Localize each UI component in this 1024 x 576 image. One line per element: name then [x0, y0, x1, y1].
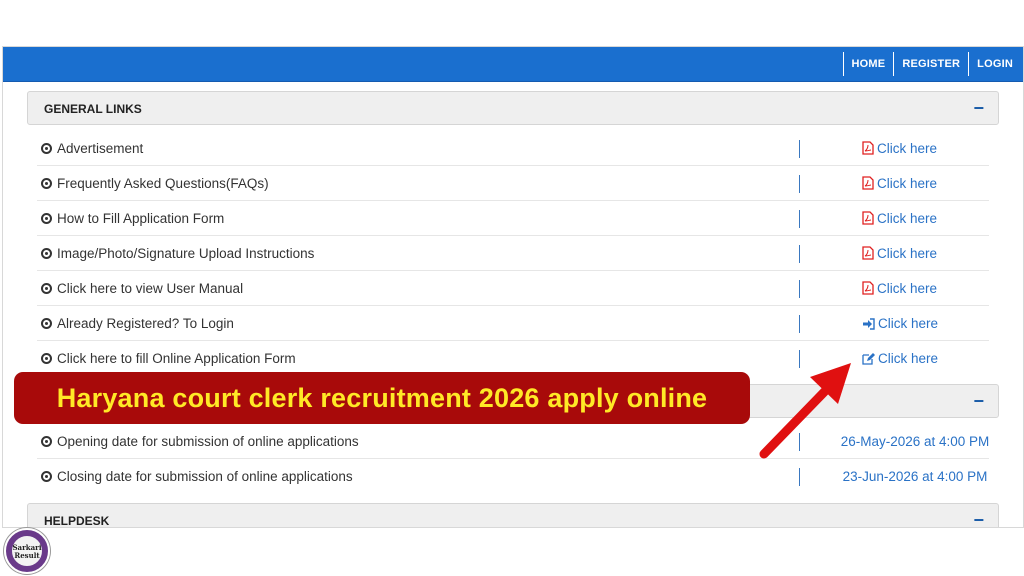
click-here-link[interactable]: Click here — [862, 236, 937, 271]
divider — [799, 468, 800, 486]
click-here-link[interactable]: Click here — [862, 166, 937, 201]
divider — [799, 175, 800, 193]
sarkari-result-logo: Sarkari Result — [4, 528, 50, 574]
divider — [799, 315, 800, 333]
date-value: 23-Jun-2026 at 4:00 PM — [842, 469, 988, 484]
bullet-icon — [41, 318, 52, 329]
top-navbar: HOME REGISTER LOGIN — [3, 47, 1023, 82]
nav-register-link[interactable]: REGISTER — [893, 52, 968, 76]
divider — [799, 140, 800, 158]
row-label: How to Fill Application Form — [57, 211, 225, 226]
pdf-icon — [862, 281, 874, 295]
link-text: Click here — [877, 281, 938, 296]
top-nav-links: HOME REGISTER LOGIN — [842, 52, 1022, 76]
row-label: Click here to view User Manual — [57, 281, 244, 296]
link-text: Click here — [878, 351, 939, 366]
bullet-icon — [41, 178, 52, 189]
date-row: Opening date for submission of online ap… — [37, 424, 989, 459]
general-links-header[interactable]: GENERAL LINKS − — [27, 91, 999, 125]
helpdesk-header[interactable]: HELPDESK − — [27, 503, 999, 528]
divider — [799, 350, 800, 368]
pdf-icon — [862, 141, 874, 155]
list-item: How to Fill Application Form Click here — [37, 201, 989, 236]
list-item: Frequently Asked Questions(FAQs) Click h… — [37, 166, 989, 201]
link-text: Click here — [877, 176, 938, 191]
bullet-icon — [41, 353, 52, 364]
collapse-toggle[interactable]: − — [973, 504, 984, 527]
divider — [799, 280, 800, 298]
list-item: Already Registered? To Login Click here — [37, 306, 989, 341]
divider — [799, 210, 800, 228]
row-label: Image/Photo/Signature Upload Instruction… — [57, 246, 315, 261]
bullet-icon — [41, 143, 52, 154]
bullet-icon — [41, 248, 52, 259]
portal-window: HOME REGISTER LOGIN GENERAL LINKS − Adve… — [2, 46, 1024, 528]
collapse-toggle[interactable]: − — [973, 385, 984, 417]
list-item: Image/Photo/Signature Upload Instruction… — [37, 236, 989, 271]
click-here-link[interactable]: Click here — [862, 306, 938, 341]
list-item: Advertisement Click here — [37, 131, 989, 166]
nav-home-link[interactable]: HOME — [842, 52, 894, 76]
edit-icon — [862, 353, 875, 365]
logo-badge: Sarkari Result — [11, 535, 43, 567]
collapse-toggle[interactable]: − — [973, 92, 984, 124]
click-here-link[interactable]: Click here — [862, 131, 937, 166]
date-value: 26-May-2026 at 4:00 PM — [840, 434, 990, 449]
click-here-link[interactable]: Click here — [862, 201, 937, 236]
row-label: Already Registered? To Login — [57, 316, 234, 331]
bullet-icon — [41, 283, 52, 294]
general-links-title: GENERAL LINKS — [44, 102, 142, 116]
pdf-icon — [862, 246, 874, 260]
logo-text-line2: Result — [14, 551, 40, 560]
pdf-icon — [862, 176, 874, 190]
row-label: Opening date for submission of online ap… — [57, 434, 359, 449]
row-label: Frequently Asked Questions(FAQs) — [57, 176, 269, 191]
divider — [799, 433, 800, 451]
headline-banner: Haryana court clerk recruitment 2026 app… — [14, 372, 750, 424]
helpdesk-title: HELPDESK — [44, 514, 110, 528]
link-text: Click here — [877, 141, 938, 156]
row-label: Click here to fill Online Application Fo… — [57, 351, 296, 366]
nav-login-link[interactable]: LOGIN — [968, 52, 1021, 76]
bullet-icon — [41, 213, 52, 224]
click-here-link[interactable]: Click here — [862, 341, 938, 376]
pdf-icon — [862, 211, 874, 225]
link-text: Click here — [877, 211, 938, 226]
bullet-icon — [41, 471, 52, 482]
banner-text: Haryana court clerk recruitment 2026 app… — [56, 383, 708, 413]
row-label: Advertisement — [57, 141, 144, 156]
row-label: Closing date for submission of online ap… — [57, 469, 353, 484]
logo-text-line1: Sarkari — [12, 543, 42, 552]
list-item: Click here to fill Online Application Fo… — [37, 341, 989, 376]
link-text: Click here — [878, 316, 939, 331]
date-row: Closing date for submission of online ap… — [37, 459, 989, 494]
click-here-link[interactable]: Click here — [862, 271, 937, 306]
bullet-icon — [41, 436, 52, 447]
list-item: Click here to view User Manual Click her… — [37, 271, 989, 306]
link-text: Click here — [877, 246, 938, 261]
sign-in-icon — [863, 318, 875, 330]
divider — [799, 245, 800, 263]
